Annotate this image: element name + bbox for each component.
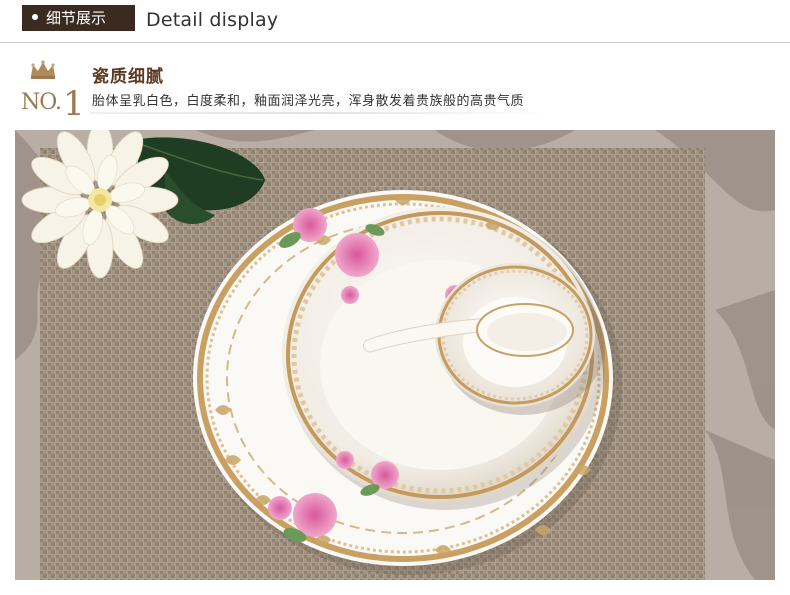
section-number: NO.1: [21, 78, 85, 124]
header-tab-label: 细节展示: [46, 9, 107, 27]
header-title: Detail display: [146, 9, 279, 31]
header-divider: [0, 42, 790, 43]
header-tab: 细节展示: [22, 5, 135, 31]
section-number-prefix: NO.: [21, 90, 62, 115]
page-header: 细节展示 Detail display: [0, 0, 790, 46]
product-photo: [15, 130, 775, 580]
section-number-value: 1: [63, 84, 85, 124]
section-title: 瓷质细腻: [92, 67, 164, 87]
bullet-dot-icon: [32, 13, 38, 20]
section-underline: [90, 112, 550, 114]
crown-icon: [31, 60, 55, 79]
section-description: 胎体呈乳白色，白度柔和，釉面润泽光亮，浑身散发着贵族般的高贵气质: [92, 94, 525, 109]
